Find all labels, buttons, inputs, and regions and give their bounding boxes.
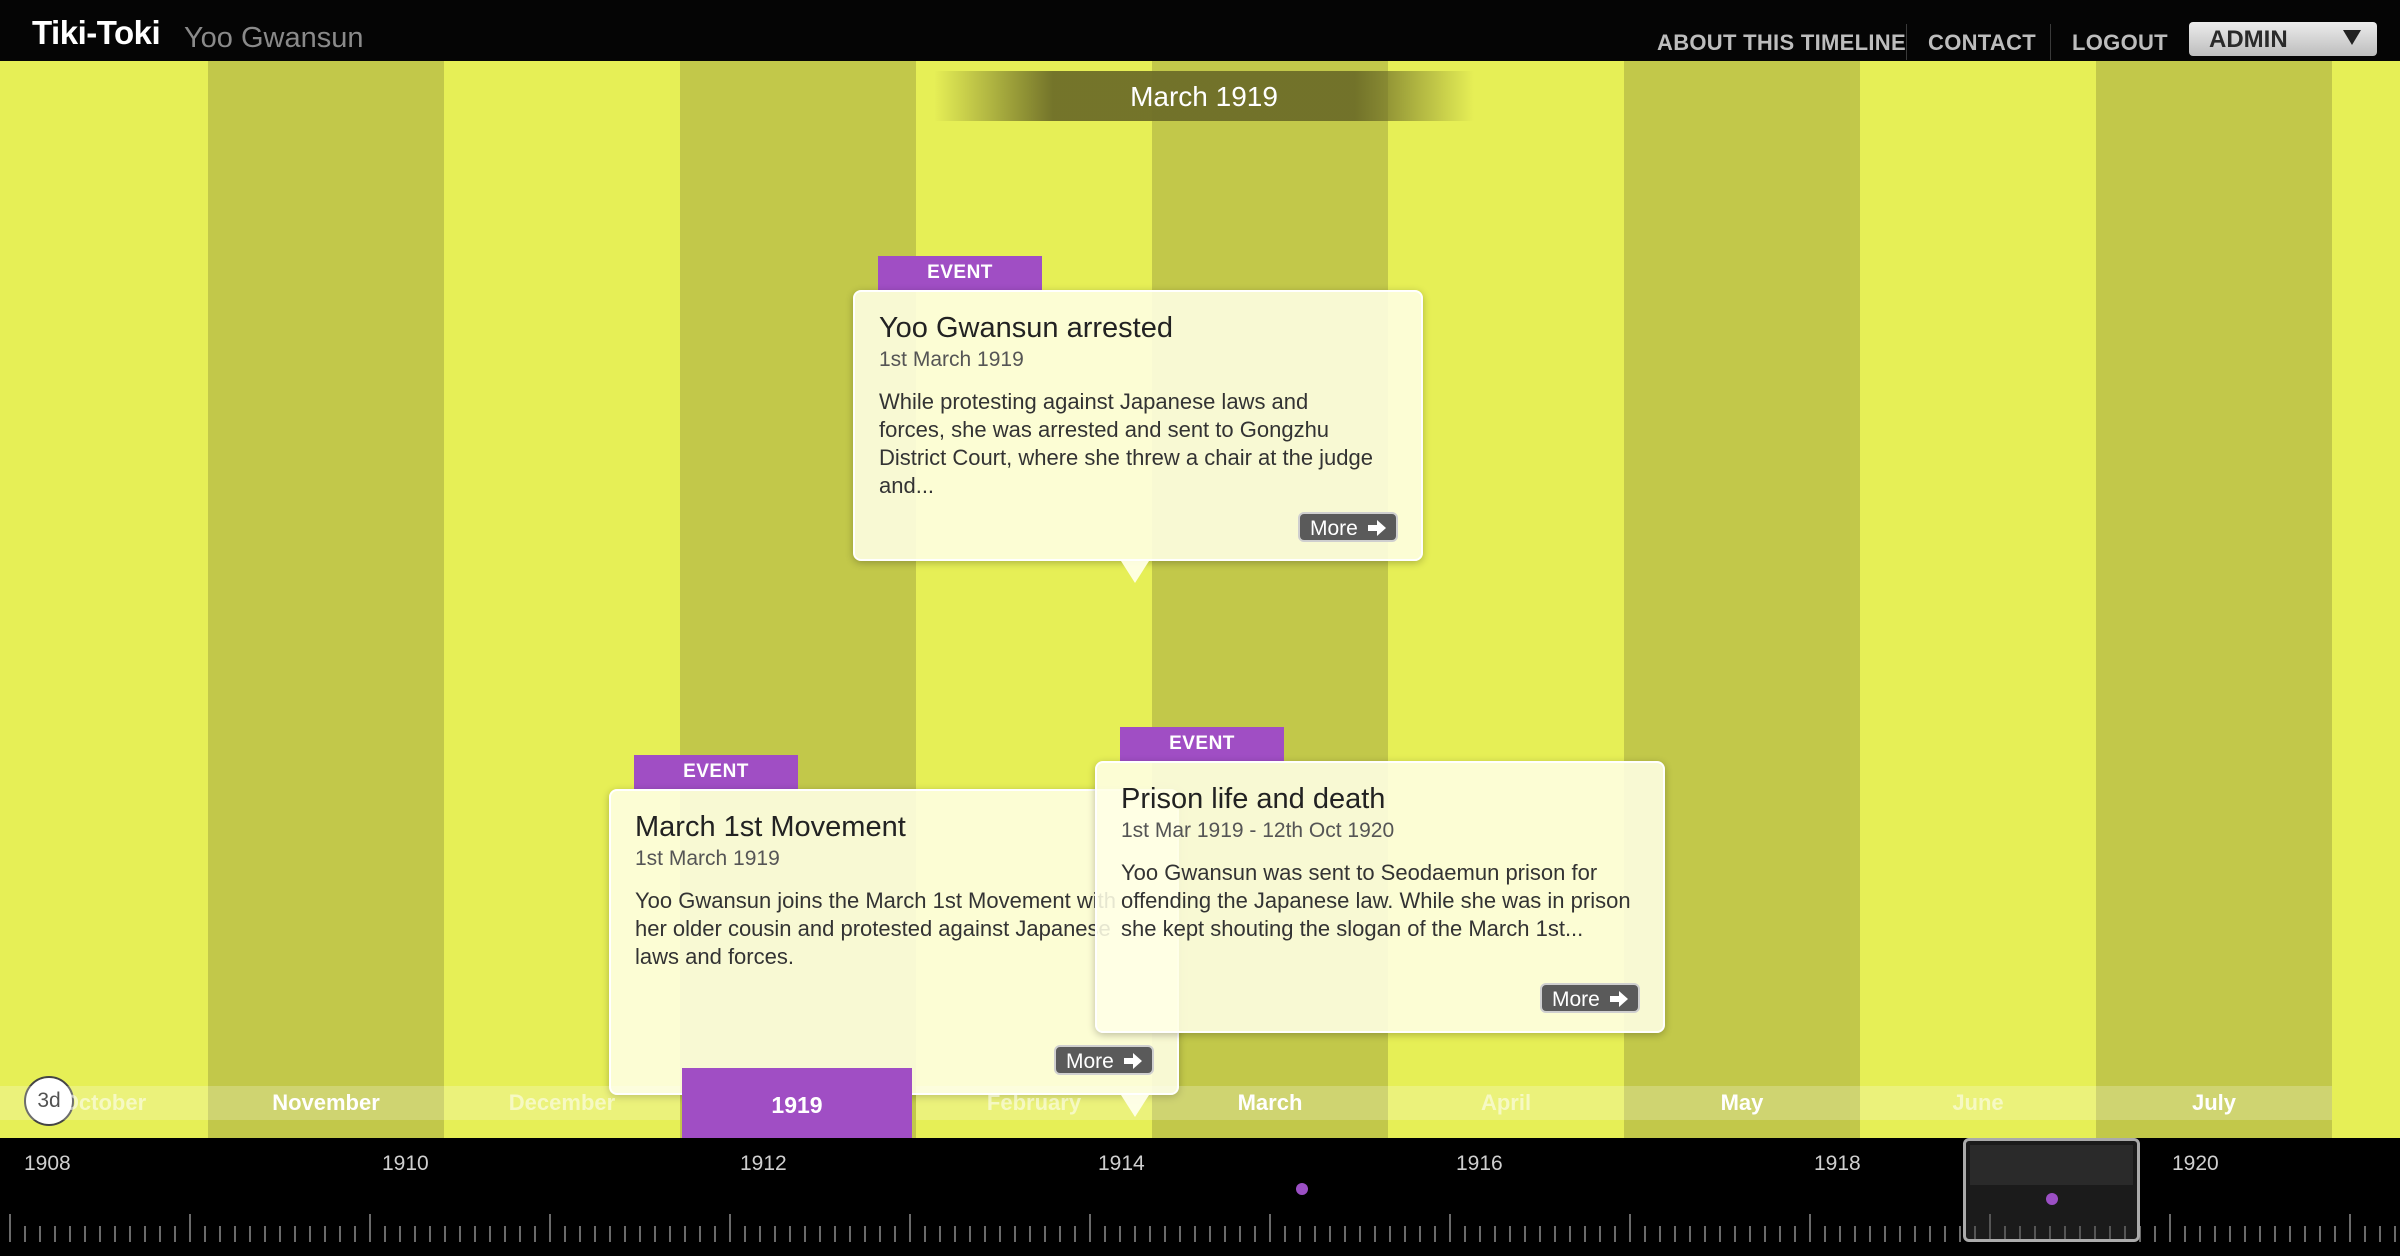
event-title: Yoo Gwansun arrested — [879, 312, 1173, 344]
admin-dropdown[interactable]: ADMIN — [2189, 22, 2377, 56]
scrubber-year-label: 1908 — [24, 1152, 71, 1175]
more-button-label: More — [1066, 1050, 1114, 1073]
current-month-banner: March 1919 — [934, 71, 1474, 121]
month-label[interactable]: June — [1860, 1086, 2096, 1120]
event-tag: EVENT — [634, 755, 798, 789]
event-date: 1st Mar 1919 - 12th Oct 1920 — [1121, 819, 1395, 842]
admin-dropdown-label: ADMIN — [2209, 26, 2288, 53]
viewport-window — [1970, 1145, 2133, 1185]
more-button[interactable]: More — [1054, 1045, 1154, 1075]
scrubber-year-label: 1918 — [1814, 1152, 1861, 1175]
more-button-label: More — [1310, 517, 1358, 540]
scrubber-year-label: 1916 — [1456, 1152, 1503, 1175]
month-label[interactable]: April — [1388, 1086, 1624, 1120]
month-label[interactable]: December — [444, 1086, 680, 1120]
month-label[interactable]: October — [0, 1086, 208, 1120]
more-button[interactable]: More — [1298, 512, 1398, 542]
timeline-scrubber[interactable]: 1908 1910 1912 1914 1916 1918 1920 — [0, 1138, 2400, 1256]
more-button[interactable]: More — [1540, 983, 1640, 1013]
nav-about-link[interactable]: ABOUT THIS TIMELINE — [1657, 30, 1906, 56]
event-title: Prison life and death — [1121, 783, 1386, 815]
event-description: While protesting against Japanese laws a… — [879, 389, 1374, 498]
nav-divider — [2050, 24, 2051, 60]
event-description: Yoo Gwansun joins the March 1st Movement… — [635, 888, 1116, 969]
event-tag: EVENT — [1120, 727, 1284, 761]
month-band — [208, 61, 444, 1138]
month-band — [2096, 61, 2332, 1138]
month-label[interactable]: November — [208, 1086, 444, 1120]
scrubber-year-label: 1914 — [1098, 1152, 1145, 1175]
event-date: 1st March 1919 — [635, 847, 780, 870]
scrubber-viewport-handle[interactable] — [1963, 1138, 2140, 1242]
month-label[interactable]: March — [1152, 1086, 1388, 1120]
brand-logo[interactable]: Tiki-Toki — [32, 14, 161, 52]
event-marker-dot — [1296, 1183, 1308, 1195]
arrow-right-icon — [1610, 991, 1628, 1007]
event-date: 1st March 1919 — [879, 348, 1024, 371]
event-pointer — [1121, 561, 1149, 583]
month-label[interactable]: May — [1624, 1086, 1860, 1120]
event-title: March 1st Movement — [635, 811, 906, 843]
event-description: Yoo Gwansun was sent to Seodaemun prison… — [1121, 860, 1631, 941]
current-month-label: March 1919 — [1130, 81, 1278, 112]
event-marker-dot — [2046, 1193, 2058, 1205]
event-card[interactable]: March 1st Movement 1st March 1919 Yoo Gw… — [609, 789, 1179, 1095]
month-strip: October November December 1919 February … — [0, 1068, 2400, 1138]
timeline-stage[interactable]: March 1919 EVENT Yoo Gwansun arrested 1s… — [0, 61, 2400, 1138]
month-label[interactable]: February — [916, 1086, 1152, 1120]
scrubber-year-label: 1910 — [382, 1152, 429, 1175]
arrow-right-icon — [1124, 1053, 1142, 1069]
nav-contact-link[interactable]: CONTACT — [1928, 30, 2036, 56]
nav-divider — [1906, 24, 1907, 60]
nav-logout-link[interactable]: LOGOUT — [2072, 30, 2168, 56]
more-button-label: More — [1552, 988, 1600, 1011]
event-card[interactable]: Yoo Gwansun arrested 1st March 1919 Whil… — [853, 290, 1423, 561]
scrubber-year-label: 1912 — [740, 1152, 787, 1175]
arrow-right-icon — [1368, 520, 1386, 536]
top-bar: Tiki-Toki Yoo Gwansun ABOUT THIS TIMELIN… — [0, 0, 2400, 61]
timeline-title: Yoo Gwansun — [184, 22, 364, 54]
event-tag: EVENT — [878, 256, 1042, 290]
month-label[interactable]: July — [2096, 1086, 2332, 1120]
scrubber-year-label: 1920 — [2172, 1152, 2219, 1175]
event-card[interactable]: Prison life and death 1st Mar 1919 - 12t… — [1095, 761, 1665, 1033]
chevron-down-icon — [2343, 30, 2361, 45]
year-marker[interactable]: 1919 — [682, 1068, 912, 1138]
